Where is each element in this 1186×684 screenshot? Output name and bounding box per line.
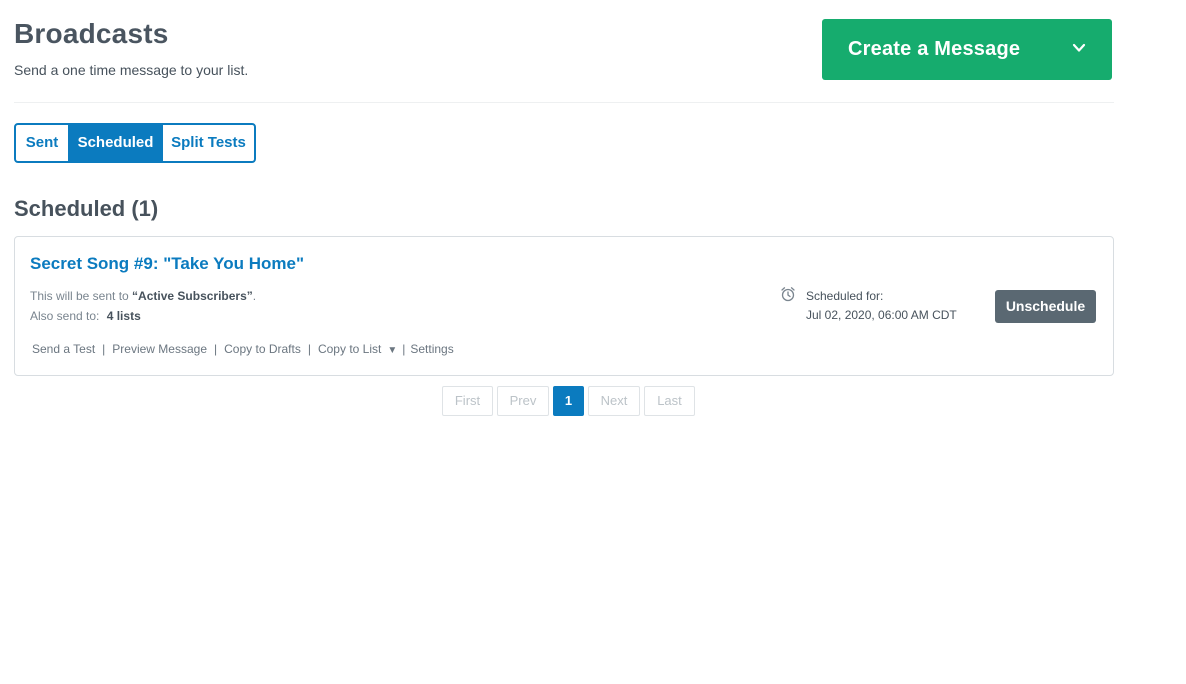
- alarm-clock-icon: [781, 287, 795, 302]
- action-separator: |: [402, 342, 406, 356]
- pagination-next-button[interactable]: Next: [588, 386, 640, 416]
- also-send-line: Also send to: 4 lists: [30, 309, 141, 323]
- pagination-current-page[interactable]: 1: [553, 386, 584, 416]
- copy-to-list-label: Copy to List: [317, 342, 382, 356]
- create-message-label: Create a Message: [848, 38, 1021, 60]
- broadcast-card: Secret Song #9: "Take You Home" This wil…: [14, 236, 1114, 376]
- preview-message-link[interactable]: Preview Message: [112, 342, 207, 356]
- send-to-line: This will be sent to “Active Subscribers…: [30, 289, 256, 303]
- send-test-link[interactable]: Send a Test: [32, 342, 95, 356]
- tab-sent[interactable]: Sent: [16, 125, 68, 161]
- copy-to-drafts-link[interactable]: Copy to Drafts: [224, 342, 301, 356]
- scheduled-label: Scheduled for:: [806, 289, 884, 303]
- settings-link[interactable]: Settings: [410, 342, 453, 356]
- action-separator: |: [102, 342, 106, 356]
- broadcast-tabs: Sent Scheduled Split Tests: [14, 123, 256, 163]
- pagination-first-button[interactable]: First: [442, 386, 493, 416]
- tab-split-tests[interactable]: Split Tests: [163, 125, 254, 161]
- page-subtitle: Send a one time message to your list.: [14, 62, 249, 78]
- create-message-button[interactable]: Create a Message: [822, 19, 1112, 80]
- page-title: Broadcasts: [14, 18, 169, 49]
- section-title: Scheduled (1): [14, 196, 159, 221]
- pagination: First Prev 1 Next Last: [442, 386, 699, 416]
- also-send-lists-link[interactable]: 4 lists: [107, 309, 141, 323]
- pagination-prev-button[interactable]: Prev: [497, 386, 549, 416]
- send-to-suffix: .: [252, 289, 257, 303]
- pagination-last-button[interactable]: Last: [644, 386, 695, 416]
- broadcast-title-link[interactable]: Secret Song #9: "Take You Home": [30, 254, 304, 274]
- action-separator: |: [214, 342, 218, 356]
- action-separator: |: [307, 342, 311, 356]
- audience-name: “Active Subscribers”: [132, 289, 253, 303]
- header-divider: [14, 102, 1114, 103]
- send-to-prefix: This will be sent to: [30, 289, 133, 303]
- broadcast-actions: Send a Test | Preview Message | Copy to …: [32, 342, 454, 356]
- chevron-down-icon: [1072, 43, 1086, 52]
- tab-scheduled[interactable]: Scheduled: [68, 125, 163, 161]
- unschedule-button[interactable]: Unschedule: [995, 290, 1096, 323]
- copy-to-list-dropdown[interactable]: Copy to List ▼: [318, 342, 397, 356]
- broadcasts-page: Broadcasts Send a one time message to yo…: [0, 0, 1186, 684]
- also-send-label: Also send to:: [30, 309, 100, 323]
- scheduled-date: Jul 02, 2020, 06:00 AM CDT: [806, 308, 957, 322]
- caret-down-icon: ▼: [387, 345, 398, 356]
